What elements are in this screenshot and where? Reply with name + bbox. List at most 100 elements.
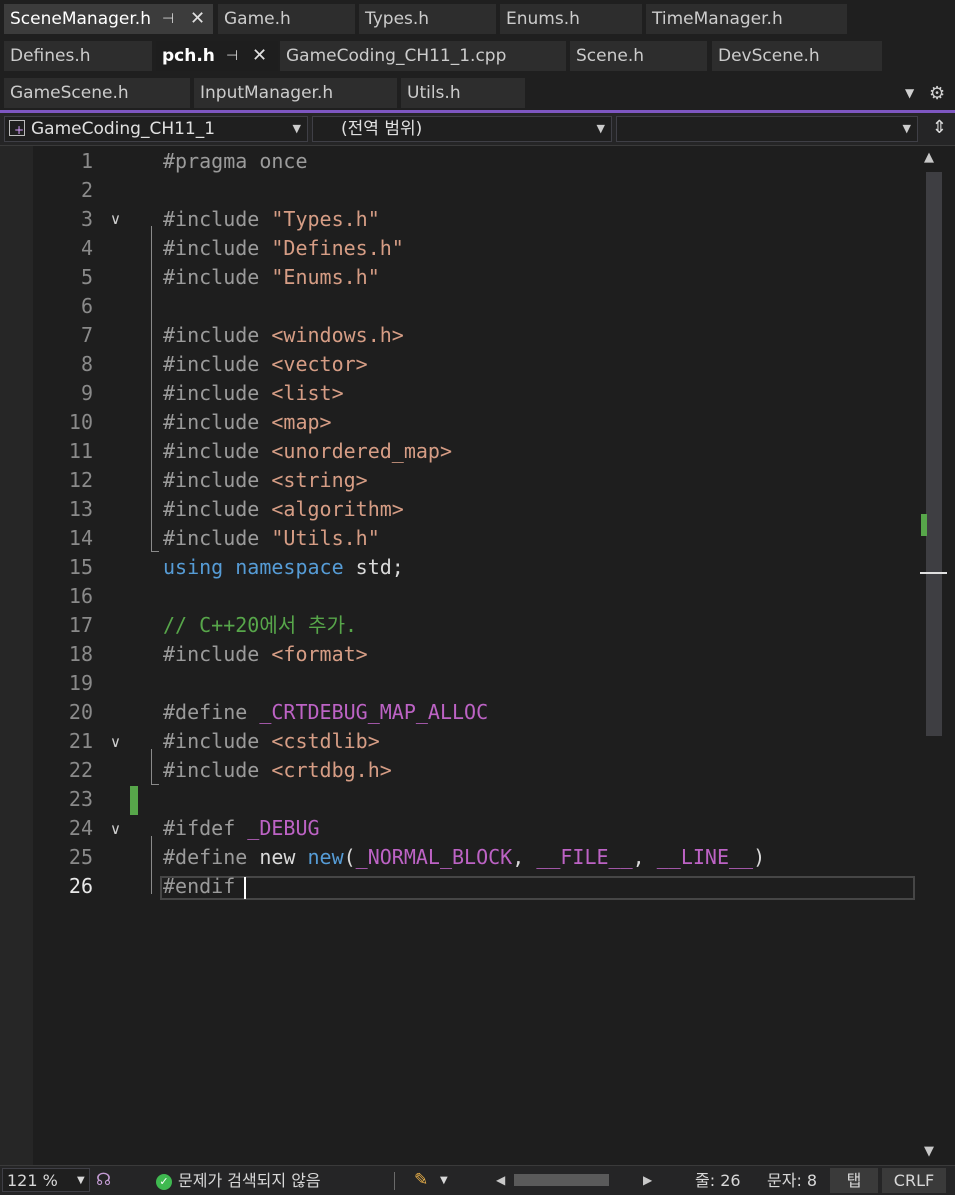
char-indicator[interactable]: 문자: 8	[767, 1166, 817, 1195]
chevron-down-icon[interactable]: ▼	[905, 86, 914, 100]
code-line[interactable]: 26 #endif	[33, 872, 920, 901]
code-token: ,	[632, 845, 657, 869]
vertical-scrollbar[interactable]: ▲ ▼	[920, 146, 955, 1165]
code-line[interactable]: 22 #include <crtdbg.h>	[33, 756, 920, 785]
zoom-dropdown[interactable]: 121 % ▼	[2, 1168, 90, 1192]
tab-label: Types.h	[365, 9, 430, 29]
gear-icon[interactable]: ⚙	[929, 83, 945, 104]
line-ending-button[interactable]: CRLF	[882, 1168, 946, 1193]
code-line[interactable]: 24 #ifdef _DEBUG	[33, 814, 920, 843]
scroll-right-icon[interactable]: ▶	[643, 1166, 652, 1195]
tab-timemanager-h[interactable]: TimeManager.h	[646, 4, 847, 34]
code-line[interactable]: 9 #include <list>	[33, 379, 920, 408]
tab-scenemanager-h[interactable]: SceneManager.h ⊣ ✕	[4, 4, 213, 34]
scroll-down-icon[interactable]: ▼	[924, 1144, 934, 1159]
code-line[interactable]: 11 #include <unordered_map>	[33, 437, 920, 466]
code-line[interactable]: 23	[33, 785, 920, 814]
line-number: 12	[68, 468, 93, 492]
code-text: #include <windows.h>	[163, 321, 404, 350]
copilot-icon[interactable]: ☊	[96, 1166, 111, 1195]
code-line[interactable]: 6	[33, 292, 920, 321]
close-icon[interactable]: ✕	[190, 4, 205, 34]
tab-types-h[interactable]: Types.h	[359, 4, 496, 34]
line-number: 18	[68, 642, 93, 666]
code-line[interactable]: 20 #define _CRTDEBUG_MAP_ALLOC	[33, 698, 920, 727]
code-text: #define new new(_NORMAL_BLOCK, __FILE__,…	[163, 843, 765, 872]
tab-gamecoding-cpp[interactable]: GameCoding_CH11_1.cpp	[280, 41, 566, 71]
code-line[interactable]: 18 #include <format>	[33, 640, 920, 669]
line-number: 21	[68, 729, 93, 753]
code-token: #include	[163, 729, 272, 753]
code-line[interactable]: 8 #include <vector>	[33, 350, 920, 379]
pin-icon[interactable]: ⊣	[226, 41, 238, 71]
code-editor[interactable]: ∨ ∨ ∨ 1 #pragma once 2 3 #include "Types.h" 4…	[0, 146, 920, 1165]
editor-status-bar: 121 % ▼ ☊ ✓ 문제가 검색되지 않음 ✎ ▼ ◀ ▶ 줄: 26 문자:…	[0, 1165, 955, 1195]
line-number: 10	[68, 410, 93, 434]
separator	[394, 1172, 395, 1190]
code-line[interactable]: 14 #include "Utils.h"	[33, 524, 920, 553]
scope-dropdown[interactable]: (전역 범위) ▼	[312, 116, 612, 142]
code-line[interactable]: 13 #include <algorithm>	[33, 495, 920, 524]
split-window-icon[interactable]: ⇕	[932, 117, 947, 138]
selection-margin	[0, 146, 33, 1165]
line-number: 9	[80, 381, 93, 405]
code-text: #ifdef _DEBUG	[163, 814, 320, 843]
code-token: using	[163, 555, 224, 579]
tab-enums-h[interactable]: Enums.h	[500, 4, 642, 34]
code-token: "Defines.h"	[271, 236, 404, 260]
tab-game-h[interactable]: Game.h	[218, 4, 355, 34]
document-tab-well: SceneManager.h ⊣ ✕ Game.h Types.h Enums.…	[0, 0, 955, 110]
tab-label: DevScene.h	[718, 46, 820, 66]
member-dropdown[interactable]: ▼	[616, 116, 918, 142]
code-line[interactable]: 7 #include <windows.h>	[33, 321, 920, 350]
code-line[interactable]: 3 #include "Types.h"	[33, 205, 920, 234]
tab-devscene-h[interactable]: DevScene.h	[712, 41, 882, 71]
tab-gamescene-h[interactable]: GameScene.h	[4, 78, 190, 108]
code-token: "Utils.h"	[271, 526, 380, 550]
line-number: 5	[80, 265, 93, 289]
code-text: #include "Utils.h"	[163, 524, 380, 553]
code-token: #include	[163, 439, 272, 463]
code-line[interactable]: 19	[33, 669, 920, 698]
code-line[interactable]: 17 // C++20에서 추가.	[33, 611, 920, 640]
tab-utils-h[interactable]: Utils.h	[401, 78, 525, 108]
scroll-up-icon[interactable]: ▲	[924, 150, 934, 165]
zoom-level: 121 %	[7, 1171, 58, 1190]
code-line[interactable]: 12 #include <string>	[33, 466, 920, 495]
code-line[interactable]: 21 #include <cstdlib>	[33, 727, 920, 756]
tab-defines-h[interactable]: Defines.h	[4, 41, 152, 71]
line-number: 15	[68, 555, 93, 579]
pin-icon[interactable]: ⊣	[162, 4, 174, 34]
code-line[interactable]: 10 #include <map>	[33, 408, 920, 437]
tab-inputmanager-h[interactable]: InputManager.h	[194, 78, 397, 108]
line-number: 14	[68, 526, 93, 550]
code-cleanup-icon[interactable]: ✎	[414, 1166, 428, 1195]
code-token: #endif	[163, 874, 248, 898]
code-line[interactable]: 25 #define new new(_NORMAL_BLOCK, __FILE_…	[33, 843, 920, 872]
chevron-down-icon[interactable]: ▼	[440, 1166, 448, 1195]
code-token: <crtdbg.h>	[271, 758, 392, 782]
line-indicator[interactable]: 줄: 26	[695, 1166, 741, 1195]
code-line[interactable]: 15 using namespace std;	[33, 553, 920, 582]
indent-mode-button[interactable]: 탭	[830, 1168, 878, 1193]
code-line[interactable]: 5 #include "Enums.h"	[33, 263, 920, 292]
issues-indicator[interactable]: ✓ 문제가 검색되지 않음	[156, 1166, 321, 1195]
tab-pch-h[interactable]: pch.h ⊣ ✕	[156, 41, 278, 71]
project-dropdown[interactable]: GameCoding_CH11_1 ▼	[4, 116, 308, 142]
text-caret	[244, 877, 246, 899]
code-line[interactable]: 4 #include "Defines.h"	[33, 234, 920, 263]
code-line[interactable]: 1 #pragma once	[33, 147, 920, 176]
tab-label: SceneManager.h	[10, 9, 151, 29]
line-number: 1	[80, 149, 93, 173]
chevron-down-icon: ▼	[292, 122, 301, 135]
line-number: 3	[80, 207, 93, 231]
scrollbar-thumb[interactable]	[926, 172, 942, 736]
line-number: 25	[68, 845, 93, 869]
code-line[interactable]: 2	[33, 176, 920, 205]
horizontal-scrollbar-thumb[interactable]	[514, 1174, 609, 1186]
close-icon[interactable]: ✕	[252, 41, 267, 71]
code-line[interactable]: 16	[33, 582, 920, 611]
code-text: // C++20에서 추가.	[163, 611, 357, 640]
scroll-left-icon[interactable]: ◀	[496, 1166, 505, 1195]
tab-scene-h[interactable]: Scene.h	[570, 41, 707, 71]
